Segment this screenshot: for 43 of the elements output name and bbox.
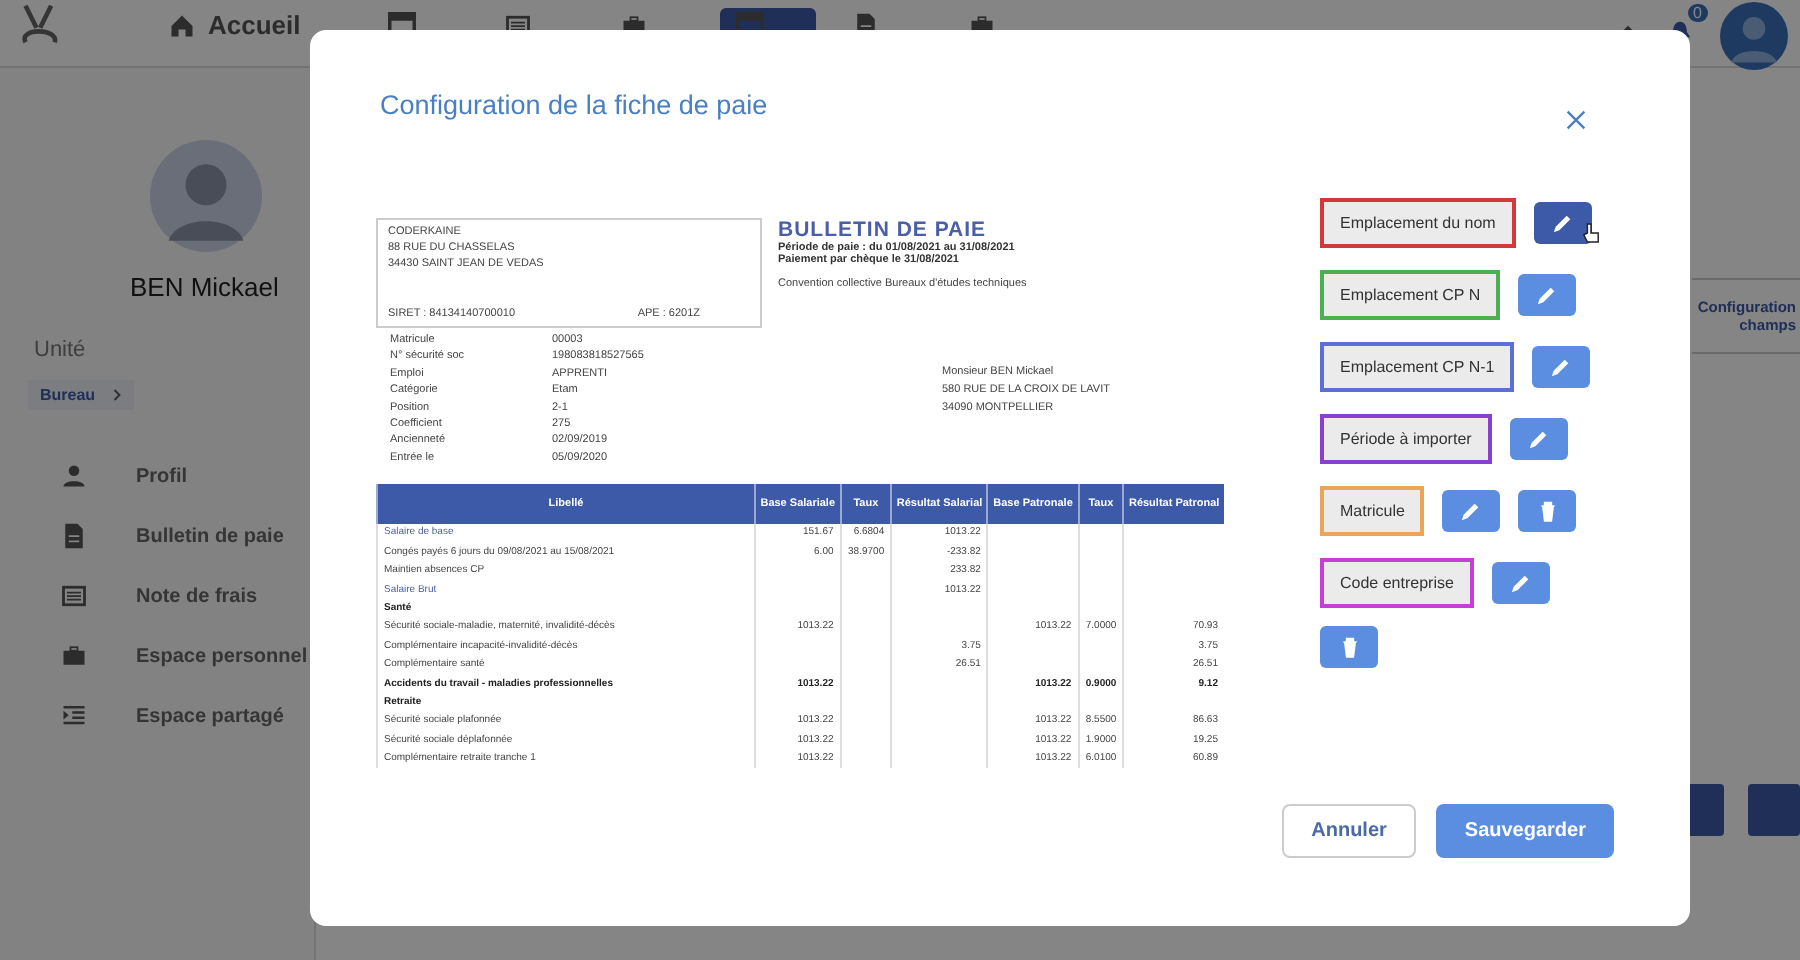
- pencil-icon: [1536, 284, 1559, 306]
- zone-label: Emplacement CP N-1: [1320, 342, 1515, 392]
- briefcase-icon: [60, 642, 88, 670]
- close-icon: [1566, 110, 1586, 130]
- document-icon: [60, 522, 88, 550]
- zone-label: Code entreprise: [1320, 558, 1474, 608]
- zone-label: Période à importer: [1320, 414, 1492, 464]
- menu-item[interactable]: Bulletin de paie: [60, 522, 308, 550]
- delete-button[interactable]: [1518, 490, 1577, 532]
- hand-cursor-icon: [1582, 222, 1600, 244]
- chevron-right-icon: [111, 388, 122, 402]
- cancel-button[interactable]: Annuler: [1281, 804, 1417, 858]
- pencil-icon: [1460, 500, 1483, 522]
- zone-label: Matricule: [1320, 486, 1425, 536]
- button-edge: [1748, 784, 1800, 836]
- unit-chip[interactable]: Bureau: [28, 380, 134, 410]
- menu-item[interactable]: Espace personnel: [60, 642, 308, 670]
- pencil-icon: [1551, 212, 1574, 234]
- edit-button[interactable]: [1533, 202, 1592, 244]
- menu-item[interactable]: Note de frais: [60, 582, 308, 610]
- menu-item[interactable]: Espace partagé: [60, 702, 308, 730]
- notification-badge: 0: [1687, 4, 1708, 22]
- avatar-icon: [1720, 2, 1788, 70]
- dialog-title: Configuration de la fiche de paie: [380, 90, 768, 120]
- pencil-icon: [1509, 572, 1532, 594]
- home-icon: [168, 11, 196, 39]
- profile-name: BEN Mickael: [130, 272, 279, 302]
- zone-label: Emplacement du nom: [1320, 198, 1516, 248]
- nav-item[interactable]: Accueil: [152, 8, 353, 42]
- person-icon: [60, 462, 88, 490]
- pencil-icon: [1550, 356, 1573, 378]
- avatar-icon: [150, 140, 262, 252]
- menu-item[interactable]: Profil: [60, 462, 308, 490]
- trash-icon: [1339, 636, 1359, 658]
- trash-icon: [1537, 500, 1558, 522]
- save-button[interactable]: Sauvegarder: [1436, 804, 1614, 858]
- list-icon: [60, 582, 88, 610]
- pencil-icon: [1527, 428, 1550, 450]
- payslip-title: BULLETIN DE PAIE: [778, 218, 989, 242]
- delete-button[interactable]: [1320, 626, 1378, 668]
- zone-label: Emplacement CP N: [1320, 270, 1501, 320]
- indent-icon: [60, 702, 88, 730]
- unit-label: Unité: [34, 338, 86, 362]
